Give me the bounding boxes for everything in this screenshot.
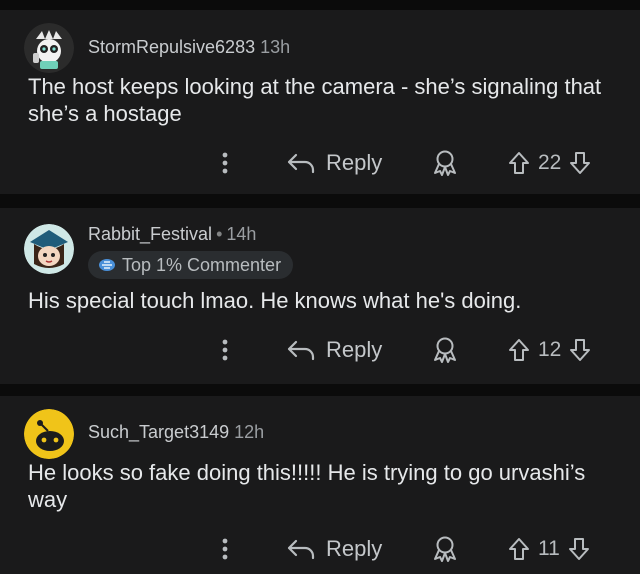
downvote-button[interactable] [569,338,591,362]
more-options-button[interactable] [215,529,235,569]
more-vertical-icon [222,152,228,174]
upvote-arrow-icon [509,339,529,361]
comment-meta: StormRepulsive6283 13h [88,37,290,58]
upvote-button[interactable] [508,151,530,175]
username[interactable]: StormRepulsive6283 [88,37,255,57]
comment-meta: Such_Target3149 12h [88,422,264,443]
comment-actions: Reply 22 [0,143,640,183]
vote-control: 22 [508,143,591,183]
vote-count: 11 [538,537,560,560]
timestamp: 14h [226,224,257,244]
separator-dot: • [216,224,223,244]
comment-actions: Reply 12 [0,330,640,370]
more-vertical-icon [222,538,228,560]
downvote-button[interactable] [568,537,590,561]
comment-card: Rabbit_Festival • 14h Top 1% Commenter His… [0,208,640,384]
comment-meta: Rabbit_Festival • 14h [88,224,256,245]
more-vertical-icon [222,339,228,361]
reply-arrow-icon [286,152,316,174]
award-button[interactable] [432,529,458,569]
top-commenter-icon [98,258,116,272]
upvote-arrow-icon [509,538,529,560]
vote-count: 22 [538,151,562,174]
reply-button[interactable]: Reply [286,330,382,370]
award-icon [434,150,456,176]
downvote-button[interactable] [569,151,591,175]
timestamp: 12h [234,422,265,442]
downvote-arrow-icon [568,538,589,560]
comment-card: StormRepulsive6283 13h The host keeps loo… [0,10,640,194]
reply-label: Reply [326,150,383,175]
award-button[interactable] [432,330,458,370]
timestamp: 13h [260,37,291,57]
comment-body: The host keeps looking at the camera - s… [28,74,602,126]
upvote-arrow-icon [509,152,529,174]
downvote-arrow-icon [570,152,591,174]
user-avatar[interactable] [24,224,74,274]
upvote-button[interactable] [508,537,530,561]
username[interactable]: Such_Target3149 [88,422,229,442]
reply-button[interactable]: Reply [286,529,382,569]
vote-control: 11 [508,529,590,569]
user-avatar[interactable] [24,23,74,73]
reply-arrow-icon [286,538,316,560]
award-icon [434,536,456,562]
reply-label: Reply [326,536,383,561]
more-options-button[interactable] [215,330,235,370]
badge-label: Top 1% Commenter [122,254,282,275]
reply-arrow-icon [286,339,316,361]
comment-card: Such_Target3149 12h He looks so fake doin… [0,396,640,574]
comment-actions: Reply 11 [0,529,640,569]
commenter-badge: Top 1% Commenter [88,251,294,279]
upvote-button[interactable] [508,338,530,362]
comment-body: His special touch lmao. He knows what he… [28,288,522,313]
user-avatar[interactable] [24,409,74,459]
award-icon [434,337,456,363]
vote-control: 12 [508,330,591,370]
username[interactable]: Rabbit_Festival [88,224,212,244]
reply-button[interactable]: Reply [286,143,382,183]
award-button[interactable] [432,143,458,183]
vote-count: 12 [538,338,562,361]
more-options-button[interactable] [215,143,235,183]
comment-body: He looks so fake doing this!!!!! He is t… [28,460,586,512]
downvote-arrow-icon [570,339,591,361]
reply-label: Reply [326,337,383,362]
